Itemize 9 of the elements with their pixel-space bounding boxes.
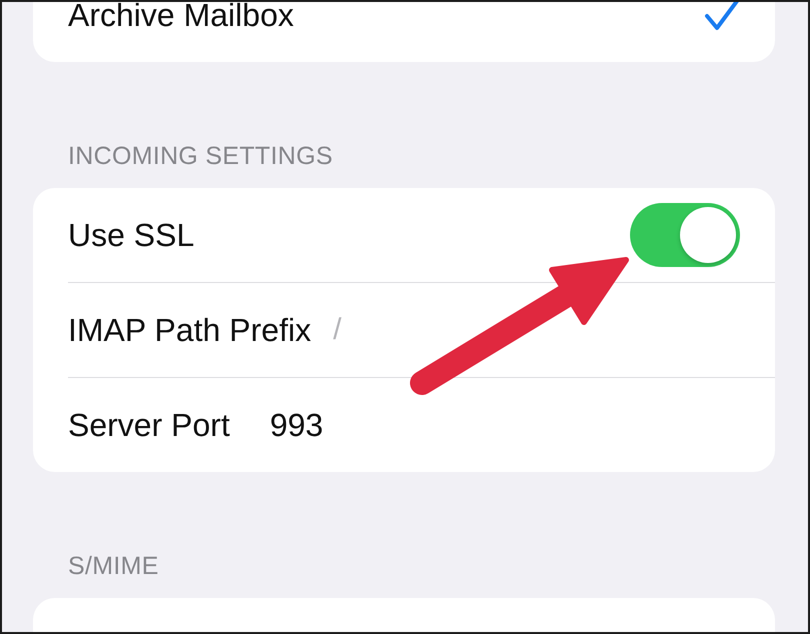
field-value: 993 [270, 406, 324, 444]
setting-label: Use SSL [68, 216, 194, 254]
setting-label[interactable]: Archive Mailbox [68, 2, 294, 34]
setting-label: Server Port [68, 406, 230, 444]
field-value: / [333, 313, 342, 347]
section-header: INCOMING SETTINGS [68, 141, 334, 172]
toggle-switch[interactable] [630, 203, 740, 267]
section-header: S/MIME [68, 551, 160, 582]
setting-label: IMAP Path Prefix [68, 312, 312, 348]
